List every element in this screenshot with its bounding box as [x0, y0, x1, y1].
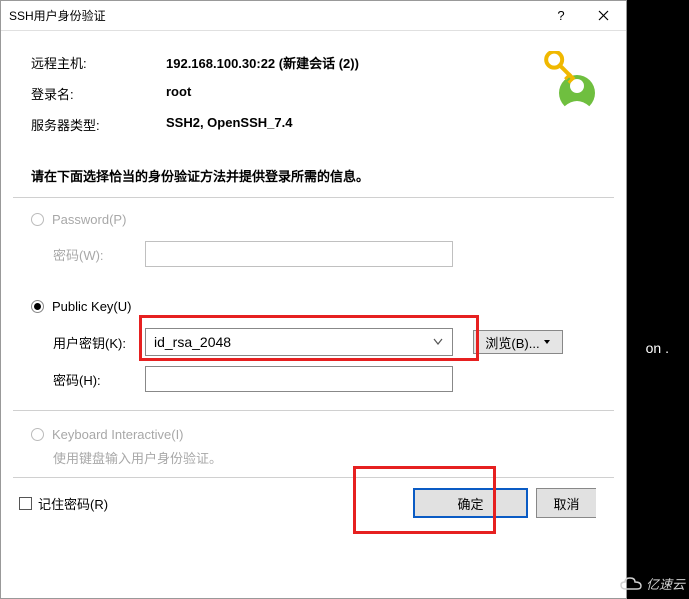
keyboard-interactive-section: Keyboard Interactive(I) 使用键盘输入用户身份验证。 [1, 411, 626, 477]
chevron-down-icon [432, 334, 444, 348]
password-section: Password(P) 密码(W): [1, 198, 626, 285]
cloud-icon [620, 577, 642, 591]
publickey-radio-label: Public Key(U) [52, 299, 131, 314]
watermark: 亿速云 [620, 574, 685, 593]
password-input [145, 241, 453, 267]
user-key-value: id_rsa_2048 [154, 334, 231, 350]
user-key-label: 用户密钥(K): [53, 333, 145, 352]
ki-radio-label: Keyboard Interactive(I) [52, 427, 184, 442]
server-type-label: 服务器类型: [31, 115, 166, 134]
remember-password-checkbox[interactable] [19, 497, 32, 510]
instruction-text: 请在下面选择恰当的身份验证方法并提供登录所需的信息。 [1, 148, 626, 197]
user-key-dropdown[interactable]: id_rsa_2048 [145, 328, 453, 356]
remember-password-label: 记住密码(R) [38, 494, 108, 513]
ssh-auth-dialog: SSH用户身份验证 ? 远程主机: 192.168.100.30:22 (新建会… [0, 0, 627, 599]
connection-info: 远程主机: 192.168.100.30:22 (新建会话 (2)) 登录名: … [1, 31, 626, 148]
publickey-radio[interactable] [31, 300, 44, 313]
publickey-section: Public Key(U) 用户密钥(K): id_rsa_2048 浏览(B)… [1, 285, 626, 410]
ki-sub-text: 使用键盘输入用户身份验证。 [31, 448, 596, 467]
bottom-bar: 记住密码(R) 确定 取消 [1, 478, 626, 518]
help-button[interactable]: ? [541, 1, 581, 31]
remote-host-label: 远程主机: [31, 53, 166, 72]
remote-host-value: 192.168.100.30:22 (新建会话 (2)) [166, 53, 359, 72]
background-text: on . [646, 340, 669, 356]
dialog-title: SSH用户身份验证 [9, 7, 541, 24]
ok-button[interactable]: 确定 [413, 488, 528, 518]
password-radio [31, 213, 44, 226]
key-user-icon [537, 51, 601, 115]
server-type-value: SSH2, OpenSSH_7.4 [166, 115, 292, 134]
login-name-label: 登录名: [31, 84, 166, 103]
key-password-label: 密码(H): [53, 370, 145, 389]
dropdown-arrow-icon [543, 338, 551, 346]
ki-radio [31, 428, 44, 441]
login-name-value: root [166, 84, 191, 103]
browse-button[interactable]: 浏览(B)... [473, 330, 563, 354]
password-field-label: 密码(W): [53, 245, 145, 264]
password-radio-label: Password(P) [52, 212, 126, 227]
titlebar: SSH用户身份验证 ? [1, 1, 626, 31]
key-password-input[interactable] [145, 366, 453, 392]
close-button[interactable] [581, 1, 626, 31]
cancel-button[interactable]: 取消 [536, 488, 596, 518]
